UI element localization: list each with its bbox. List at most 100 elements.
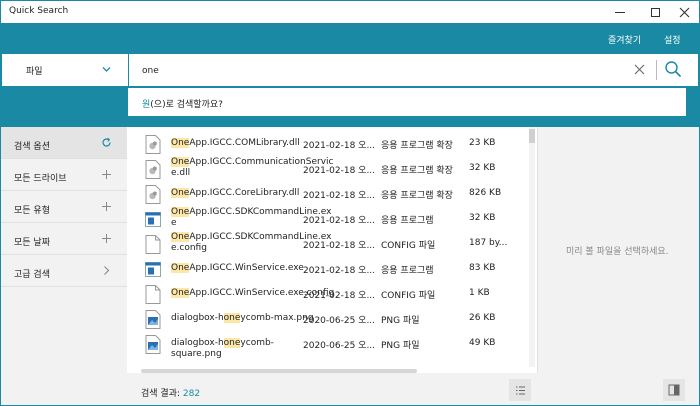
file-date: 2021-02-18 오...: [303, 266, 376, 276]
file-name: OneApp.IGCC.WinService.exe.config: [171, 288, 334, 299]
sidebar-item-search-options[interactable]: 검색 옵션: [1, 127, 127, 159]
image-icon: [145, 310, 161, 329]
file-date: 2021-02-18 오...: [303, 241, 376, 251]
match-highlight: One: [171, 188, 190, 198]
results-list: OneApp.IGCC.COMLibrary.dll 2021-02-18 오..…: [127, 127, 537, 405]
search-input[interactable]: [142, 62, 612, 80]
file-name: dialogbox-honeycomb-square.png: [171, 338, 317, 360]
refresh-icon[interactable]: [101, 137, 112, 148]
table-row[interactable]: dialogbox-honeycomb-square.png 2020-06-25…: [127, 332, 527, 360]
file-date: 2021-02-18 오...: [303, 191, 376, 201]
file-name-wrap: e: [171, 218, 177, 228]
file-size: 32 KB: [469, 213, 496, 223]
file-type: 응용 프로그램 확장: [381, 141, 453, 151]
file-name-rest: App.IGCC.CoreLibrary.dll: [189, 188, 300, 198]
sidebar-item-all-drives[interactable]: 모든 드라이브: [1, 159, 127, 191]
file-size: 49 KB: [469, 338, 496, 348]
table-row[interactable]: OneApp.IGCC.COMLibrary.dll 2021-02-18 오..…: [127, 132, 527, 157]
match-highlight: one: [223, 313, 241, 323]
file-size: 23 KB: [469, 138, 496, 148]
preview-panel-icon: [668, 384, 680, 396]
window-title: Quick Search: [9, 6, 69, 16]
file-size: 187 by...: [469, 238, 508, 248]
search-bar: 파일: [1, 53, 699, 87]
sidebar-item-label: 고급 검색: [14, 270, 50, 280]
document-icon: [145, 235, 161, 254]
clear-icon[interactable]: [634, 64, 645, 75]
preview-toggle-button[interactable]: [663, 379, 685, 401]
sidebar: 검색 옵션 모든 드라이브 모든 유형 모든 날짜 고급 검색: [1, 127, 127, 405]
title-bar: Quick Search: [1, 1, 699, 23]
sidebar-item-label: 모든 날짜: [14, 238, 50, 248]
plus-icon: [102, 202, 111, 211]
file-type: PNG 파일: [381, 341, 420, 351]
sidebar-item-label: 모든 드라이브: [14, 174, 67, 184]
quick-search-window: Quick Search 즐겨찾기 설정 파일 검색 옵션 모든 드라이브: [0, 0, 700, 406]
search-suggestion[interactable]: 원(으)로 검색할까요?: [127, 87, 687, 117]
file-name: OneApp.IGCC.SDKCommandLine.ex e.config: [171, 232, 331, 254]
file-type: PNG 파일: [381, 316, 420, 326]
result-count-label: 검색 결과:: [141, 389, 181, 399]
file-name-rest: App.IGCC.WinService.exe: [189, 263, 304, 273]
table-row[interactable]: OneApp.IGCC.SDKCommandLine.ex e.config 202…: [127, 232, 527, 257]
file-size: 32 KB: [469, 163, 496, 173]
file-size: 826 KB: [469, 188, 502, 198]
file-date: 2020-06-25 오...: [303, 341, 376, 351]
table-row[interactable]: dialogbox-honeycomb-max.png 2020-06-25 오.…: [127, 307, 527, 332]
file-name: OneApp.IGCC.CoreLibrary.dll: [171, 188, 317, 199]
suggestion-text: 원(으)로 검색할까요?: [142, 97, 223, 110]
close-icon: [679, 7, 689, 17]
match-highlight: One: [171, 232, 190, 242]
file-type: 응용 프로그램 확장: [381, 166, 453, 176]
file-type: 응용 프로그램 확장: [381, 191, 453, 201]
match-highlight: One: [171, 288, 190, 298]
maximize-button[interactable]: [640, 1, 670, 23]
exe-icon: [145, 210, 161, 229]
suggestion-rest: (으)로 검색할까요?: [150, 100, 223, 110]
vertical-scrollbar[interactable]: [529, 127, 535, 367]
favorites-link[interactable]: 즐겨찾기: [608, 33, 641, 46]
list-view-icon: [515, 386, 525, 394]
file-name-wrap: e.dll: [171, 168, 191, 178]
table-row[interactable]: OneApp.IGCC.WinService.exe.config 2021-02…: [127, 282, 527, 307]
file-date: 2021-02-18 오...: [303, 291, 376, 301]
file-size: 1 KB: [469, 288, 490, 298]
match-highlight: One: [171, 138, 190, 148]
match-highlight: One: [171, 263, 190, 273]
table-row[interactable]: OneApp.IGCC.CommunicationServic e.dll 2021…: [127, 157, 527, 182]
file-size: 83 KB: [469, 263, 496, 273]
document-icon: [145, 285, 161, 304]
settings-link[interactable]: 설정: [664, 33, 681, 46]
file-date: 2021-02-18 오...: [303, 141, 376, 151]
table-row[interactable]: OneApp.IGCC.WinService.exe 2021-02-18 오..…: [127, 257, 527, 282]
minimize-button[interactable]: [605, 1, 635, 23]
minimize-icon: [615, 11, 625, 13]
search-icon[interactable]: [664, 60, 682, 78]
scope-dropdown[interactable]: 파일: [14, 54, 128, 86]
file-type: CONFIG 파일: [381, 241, 436, 251]
scrollbar-thumb[interactable]: [529, 129, 535, 143]
table-row[interactable]: OneApp.IGCC.CoreLibrary.dll 2021-02-18 오.…: [127, 182, 527, 207]
sidebar-item-advanced-search[interactable]: 고급 검색: [1, 255, 127, 287]
divider: [656, 60, 657, 80]
file-name-prefix: dialogbox-h: [171, 338, 224, 348]
dll-icon: [145, 160, 161, 179]
sidebar-item-all-types[interactable]: 모든 유형: [1, 191, 127, 223]
file-type: 응용 프로그램: [381, 216, 434, 226]
view-toggle-button[interactable]: [509, 379, 531, 401]
file-name: OneApp.IGCC.CommunicationServic e.dll: [171, 157, 334, 179]
file-date: 2020-06-25 오...: [303, 316, 376, 326]
file-type: 응용 프로그램: [381, 266, 434, 276]
chevron-right-icon: [104, 266, 110, 275]
file-type: CONFIG 파일: [381, 291, 436, 301]
close-button[interactable]: [669, 1, 699, 23]
result-count: 검색 결과: 282: [141, 386, 200, 399]
file-name-wrap: e.config: [171, 243, 207, 253]
sidebar-item-label: 검색 옵션: [14, 142, 50, 152]
scope-label: 파일: [26, 67, 43, 77]
sidebar-item-all-dates[interactable]: 모든 날짜: [1, 223, 127, 255]
preview-pane: 미리 볼 파일을 선택하세요.: [537, 127, 699, 373]
table-row[interactable]: OneApp.IGCC.SDKCommandLine.ex e 2021-02-18…: [127, 207, 527, 232]
plus-icon: [102, 170, 111, 179]
divider: [128, 54, 129, 86]
